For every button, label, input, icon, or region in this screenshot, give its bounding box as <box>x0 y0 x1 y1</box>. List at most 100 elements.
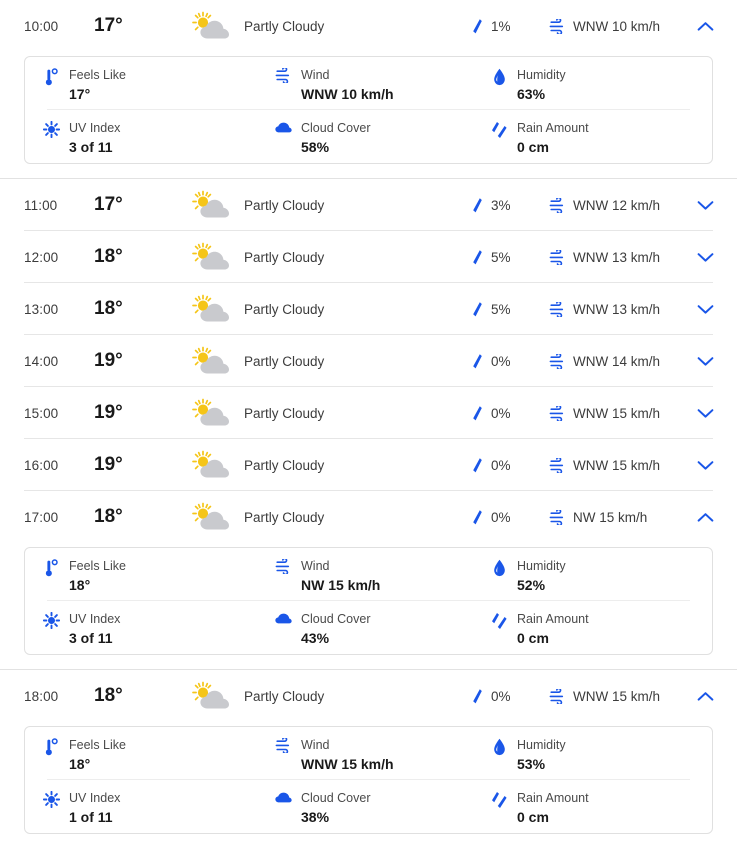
precipitation-value: 3% <box>491 197 511 213</box>
hour-condition: Partly Cloudy <box>244 509 325 525</box>
expand-button[interactable] <box>685 252 725 263</box>
condition-icon-wrap <box>184 242 240 272</box>
collapse-button[interactable] <box>685 21 725 32</box>
sun-behind-cloud-icon <box>192 11 229 39</box>
chevron-up-icon[interactable] <box>697 691 714 702</box>
detail-label-cloud-cover: Cloud Cover <box>301 791 371 805</box>
hour-time: 17:00 <box>24 509 59 525</box>
sun-behind-cloud-icon <box>192 242 229 270</box>
detail-text: Wind WNW 10 km/h <box>301 67 394 104</box>
wind-icon <box>549 353 564 369</box>
cloud-icon <box>275 122 292 133</box>
hour-row-1400[interactable]: 14:00 19° Partly Cloudy 0% WNW 14 km/h <box>0 335 737 387</box>
sun-behind-cloud-icon <box>192 450 229 478</box>
wind-icon <box>549 249 564 265</box>
hour-precipitation: 0% <box>471 509 549 526</box>
detail-cell-cloud-cover: Cloud Cover 43% <box>275 601 491 648</box>
expand-button[interactable] <box>685 200 725 211</box>
hour-block: 15:00 19° Partly Cloudy 0% WNW 15 km/h <box>0 387 737 439</box>
wind-value: WNW 13 km/h <box>573 249 661 265</box>
water-drop-icon <box>494 559 505 577</box>
chevron-down-icon[interactable] <box>697 356 714 367</box>
precipitation-value: 0% <box>491 405 511 421</box>
expand-button[interactable] <box>685 304 725 315</box>
condition-icon-wrap <box>184 681 240 711</box>
wind-icon <box>549 509 564 525</box>
feels-like-icon-wrap <box>43 67 60 86</box>
precipitation-value: 0% <box>491 457 511 473</box>
hour-row-1800[interactable]: 18:00 18° Partly Cloudy 0% WNW 15 km/h <box>0 670 737 722</box>
collapse-button[interactable] <box>685 512 725 523</box>
detail-value-wind: WNW 15 km/h <box>301 755 394 772</box>
detail-value-humidity: 52% <box>517 576 546 593</box>
precipitation-value: 0% <box>491 688 511 704</box>
hour-temperature: 18° <box>94 685 123 706</box>
detail-value-cloud-cover: 58% <box>301 138 330 155</box>
raindrop-icon <box>473 249 482 264</box>
hourly-forecast-list: 10:00 17° Partly Cloudy 1% WNW 10 km/h Fe… <box>0 0 737 844</box>
detail-text: Humidity 63% <box>517 67 566 104</box>
chevron-down-icon[interactable] <box>697 200 714 211</box>
detail-label-uv-index: UV Index <box>69 121 121 135</box>
expand-button[interactable] <box>685 408 725 419</box>
hour-row-1700[interactable]: 17:00 18° Partly Cloudy 0% NW 15 km/h <box>0 491 737 543</box>
chevron-down-icon[interactable] <box>697 408 714 419</box>
chevron-down-icon[interactable] <box>697 304 714 315</box>
hour-block: 18:00 18° Partly Cloudy 0% WNW 15 km/h Fe… <box>0 670 737 844</box>
detail-row-secondary: UV Index 1 of 11 Cloud Cover 38% Rain Amou… <box>43 780 694 833</box>
humidity-icon-wrap <box>491 67 508 86</box>
sun-behind-cloud-icon <box>192 681 229 709</box>
wind-icon <box>549 405 564 421</box>
sun-burst-icon <box>43 121 60 138</box>
detail-text: Rain Amount 0 cm <box>517 120 589 157</box>
detail-value-uv-index: 3 of 11 <box>69 629 113 646</box>
hour-row-1000[interactable]: 10:00 17° Partly Cloudy 1% WNW 10 km/h <box>0 0 737 52</box>
wind-value: WNW 15 km/h <box>573 688 661 704</box>
hour-precipitation: 3% <box>471 197 549 214</box>
hour-precipitation: 5% <box>471 301 549 318</box>
hour-detail-panel: Feels Like 17° Wind WNW 10 km/h Humidity 63… <box>0 52 737 164</box>
detail-value-wind: NW 15 km/h <box>301 576 381 593</box>
sun-behind-cloud-icon <box>192 502 229 530</box>
detail-label-humidity: Humidity <box>517 738 566 752</box>
water-drop-icon <box>494 738 505 756</box>
hour-detail-card: Feels Like 18° Wind NW 15 km/h Humidity 52% <box>24 547 713 655</box>
sun-burst-icon <box>43 791 60 808</box>
condition-icon-wrap <box>184 190 240 220</box>
detail-text: Wind NW 15 km/h <box>301 558 380 595</box>
sun-behind-cloud-icon <box>192 294 229 322</box>
chevron-down-icon[interactable] <box>697 252 714 263</box>
hour-wind: WNW 15 km/h <box>549 405 685 421</box>
precipitation-value: 5% <box>491 301 511 317</box>
chevron-up-icon[interactable] <box>697 512 714 523</box>
hour-condition: Partly Cloudy <box>244 301 325 317</box>
hour-precipitation: 1% <box>471 18 549 35</box>
detail-text: Cloud Cover 43% <box>301 611 370 648</box>
detail-label-rain-amount: Rain Amount <box>517 121 589 135</box>
detail-cell-wind: Wind WNW 10 km/h <box>275 57 491 104</box>
hour-row-1500[interactable]: 15:00 19° Partly Cloudy 0% WNW 15 km/h <box>0 387 737 439</box>
chevron-down-icon[interactable] <box>697 460 714 471</box>
hour-temperature: 18° <box>94 506 123 527</box>
condition-icon-wrap <box>184 11 240 41</box>
cloud-cover-icon-wrap <box>275 790 292 804</box>
precipitation-value: 0% <box>491 353 511 369</box>
detail-label-cloud-cover: Cloud Cover <box>301 612 371 626</box>
hour-row-1200[interactable]: 12:00 18° Partly Cloudy 5% WNW 13 km/h <box>0 231 737 283</box>
detail-cell-wind: Wind NW 15 km/h <box>275 548 491 595</box>
expand-button[interactable] <box>685 356 725 367</box>
hour-row-1600[interactable]: 16:00 19° Partly Cloudy 0% WNW 15 km/h <box>0 439 737 491</box>
hour-row-1300[interactable]: 13:00 18° Partly Cloudy 5% WNW 13 km/h <box>0 283 737 335</box>
detail-value-uv-index: 1 of 11 <box>69 808 113 825</box>
chevron-up-icon[interactable] <box>697 21 714 32</box>
collapse-button[interactable] <box>685 691 725 702</box>
detail-label-uv-index: UV Index <box>69 791 121 805</box>
expand-button[interactable] <box>685 460 725 471</box>
cloud-cover-icon-wrap <box>275 120 292 134</box>
detail-label-humidity: Humidity <box>517 559 566 573</box>
detail-label-wind: Wind <box>301 559 330 573</box>
hour-condition: Partly Cloudy <box>244 18 325 34</box>
wind-icon <box>549 301 564 317</box>
hour-temperature: 17° <box>94 15 123 36</box>
hour-row-1100[interactable]: 11:00 17° Partly Cloudy 3% WNW 12 km/h <box>0 179 737 231</box>
